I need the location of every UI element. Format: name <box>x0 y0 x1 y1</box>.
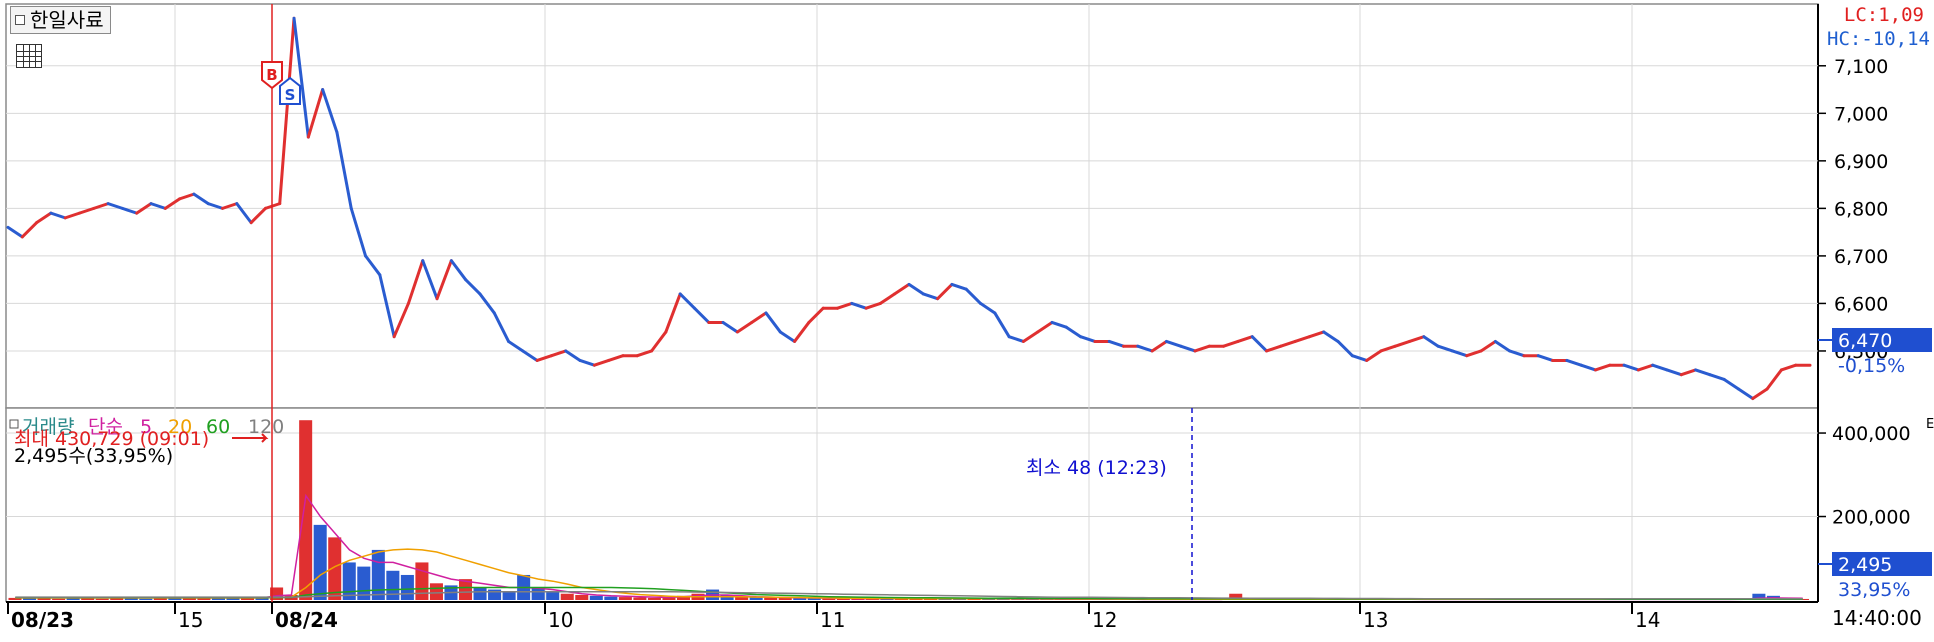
volume-bar <box>575 594 589 600</box>
current-time-label: 14:40:00 <box>1832 606 1922 630</box>
volume-bar <box>400 574 414 600</box>
volume-ratio-percent: 33,95% <box>1838 579 1910 601</box>
volume-bar <box>589 595 603 600</box>
y-tick-label: 6,900 <box>1834 151 1888 173</box>
volume-bar <box>647 597 661 600</box>
lc-indicator: LC:1,09 <box>1843 4 1924 26</box>
y-tick-label: 7,100 <box>1834 56 1888 78</box>
buy-marker-label: B <box>266 66 277 84</box>
volume-y-tick-label: 400,000 <box>1832 423 1911 445</box>
x-tick-label: 08/23 <box>11 608 74 632</box>
y-tick-label: 6,600 <box>1834 293 1888 315</box>
volume-bar <box>415 562 429 600</box>
stock-name-tag[interactable]: 한일사료 <box>10 6 111 34</box>
x-tick-label: 13 <box>1363 608 1388 632</box>
volume-bar <box>386 570 400 600</box>
volume-bar <box>313 524 327 600</box>
y-tick-label: 6,700 <box>1834 246 1888 268</box>
stock-name: 한일사료 <box>30 8 104 32</box>
volume-y-axis: 200,000 400,000 <box>1818 423 1911 529</box>
legend-ma120: 120 <box>248 416 284 438</box>
price-y-axis: 6,5006,6006,7006,8006,9007,0007,100 <box>1818 56 1888 363</box>
x-tick-label: 08/24 <box>275 608 338 632</box>
x-tick-label: 11 <box>820 608 845 632</box>
x-tick-label: 14 <box>1635 608 1660 632</box>
legend-ma60: 60 <box>206 416 230 438</box>
table-view-icon[interactable] <box>16 44 42 68</box>
volume-edge-mark: E <box>1926 417 1934 432</box>
price-current-value: 6,470 <box>1838 330 1892 352</box>
volume-bar <box>473 587 487 600</box>
x-tick-label: 12 <box>1092 608 1117 632</box>
stock-chart-window: 6,5006,6006,7006,8006,9007,0007,100 200,… <box>0 0 1934 638</box>
max-volume-subtext: 2,495수(33,95%) <box>14 445 173 467</box>
hc-indicator: HC:-10,14 <box>1827 28 1930 50</box>
y-tick-label: 7,000 <box>1834 103 1888 125</box>
volume-bar <box>429 583 443 600</box>
volume-bar <box>52 598 66 600</box>
collapse-toggle-icon[interactable] <box>15 15 25 25</box>
min-volume-annotation: 최소 48 (12:23) <box>1026 457 1167 479</box>
volume-bar <box>299 420 313 600</box>
price-change-percent: -0,15% <box>1838 355 1905 377</box>
volume-current-value: 2,495 <box>1838 554 1892 576</box>
volume-bar <box>560 593 574 600</box>
volume-bar <box>95 598 109 600</box>
x-tick-label: 15 <box>178 608 203 632</box>
volume-bar <box>633 597 647 600</box>
volume-bar <box>139 598 153 600</box>
chart-canvas[interactable]: 6,5006,6006,7006,8006,9007,0007,100 200,… <box>0 0 1934 638</box>
volume-bar <box>604 596 618 600</box>
volume-y-tick-label: 200,000 <box>1832 507 1911 529</box>
volume-bar <box>618 597 632 600</box>
sell-marker-label: S <box>285 86 296 104</box>
volume-bar <box>371 549 385 600</box>
volume-bar <box>342 562 356 600</box>
x-tick-label: 10 <box>548 608 573 632</box>
volume-bar <box>502 591 516 600</box>
volume-bar <box>546 591 560 600</box>
y-tick-label: 6,800 <box>1834 198 1888 220</box>
